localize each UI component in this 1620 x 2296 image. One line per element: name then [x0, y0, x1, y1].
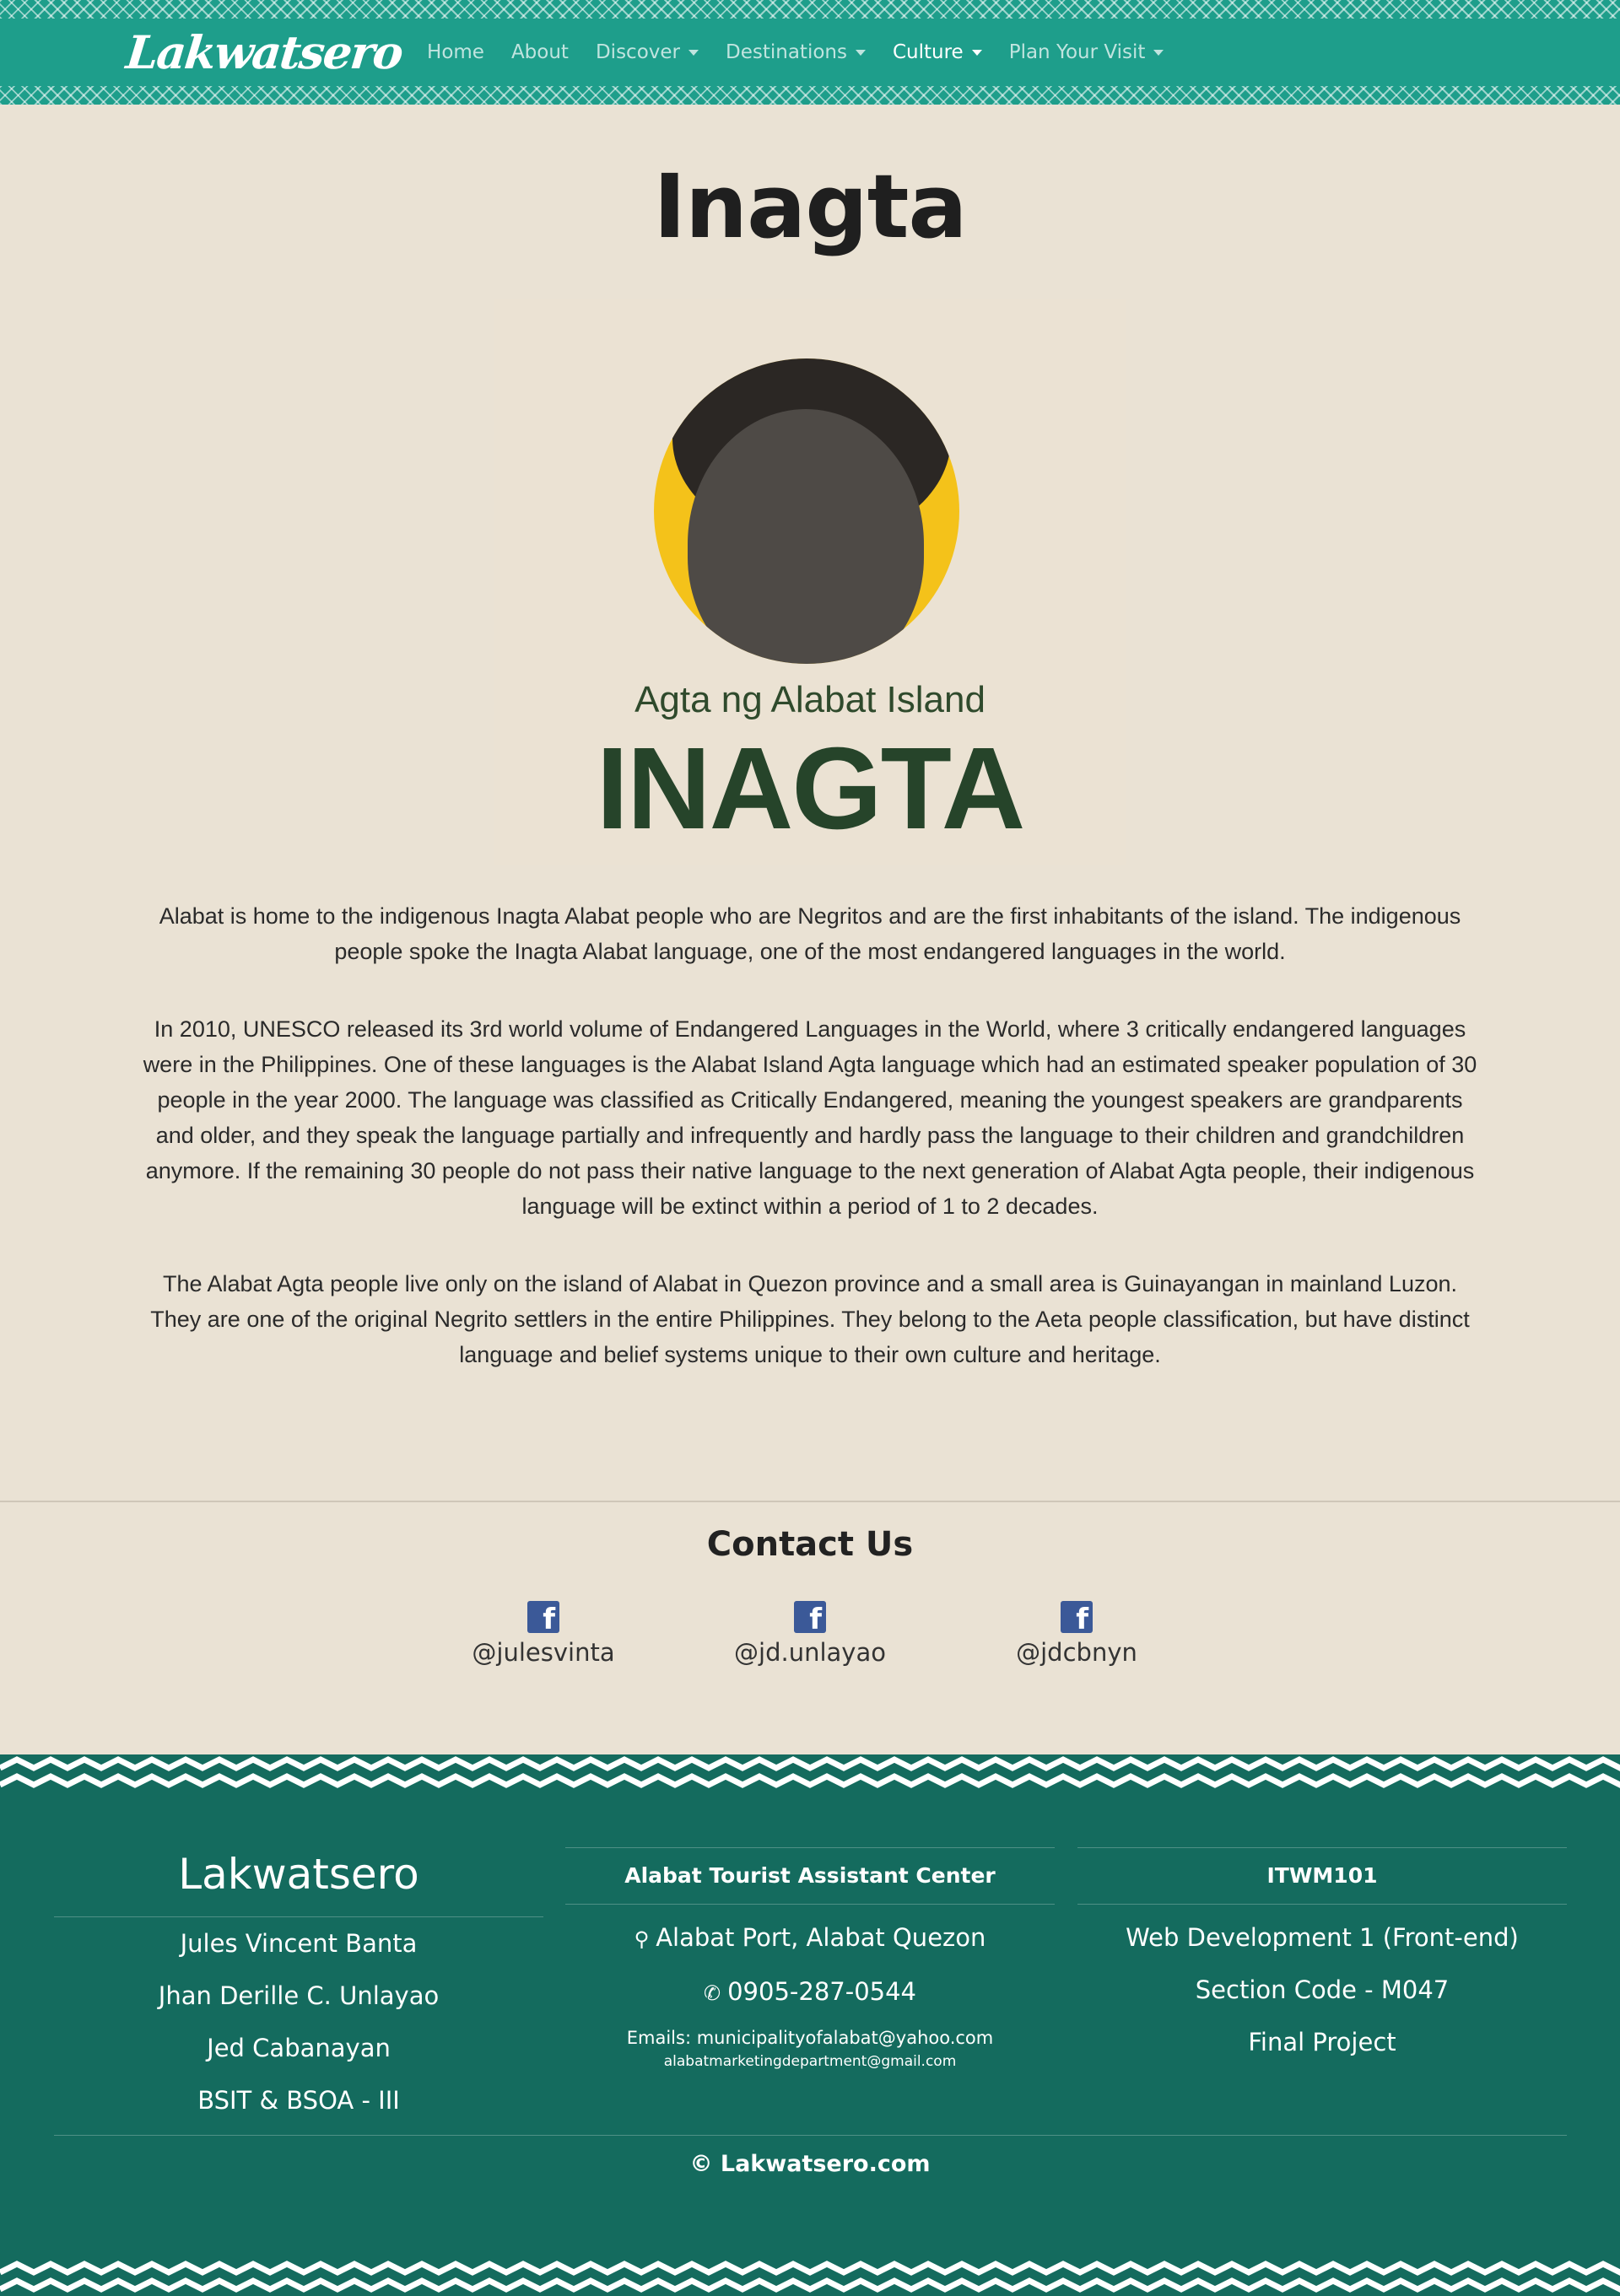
nav-link-label: About	[510, 41, 569, 63]
nav-link-label: Culture	[892, 41, 964, 63]
nav-inner: Lakwatsero Home About Discover Destinati…	[124, 19, 1191, 86]
nav-link-about[interactable]: About	[511, 41, 569, 63]
zigzag-line	[0, 2261, 1620, 2276]
brand-logo[interactable]: Lakwatsero	[124, 25, 405, 79]
navbar: Lakwatsero Home About Discover Destinati…	[0, 0, 1620, 105]
footer-course-column: ITWM101 Web Development 1 (Front-end) Se…	[1077, 1842, 1567, 2068]
contact-link-jd-unlayao[interactable]: f @jd.unlayao	[677, 1601, 943, 1667]
contact-list: f @julesvinta f @jd.unlayao f @jdcbnyn	[0, 1601, 1620, 1667]
zigzag-line	[0, 2277, 1620, 2293]
caret-down-icon	[855, 49, 866, 56]
caret-down-icon	[971, 49, 982, 56]
footer-brand: Lakwatsero	[54, 1842, 543, 1917]
nav-link-plan-your-visit[interactable]: Plan Your Visit	[1009, 41, 1164, 63]
nav-link-home[interactable]: Home	[427, 41, 484, 63]
facebook-icon: f	[527, 1601, 559, 1633]
article-content: Alabat is home to the indigenous Inagta …	[139, 898, 1481, 1415]
footer-zigzag-top	[0, 1754, 1620, 1802]
nav-pattern-bottom	[0, 86, 1620, 105]
team-course: BSIT & BSOA - III	[197, 2086, 400, 2115]
nav-link-destinations[interactable]: Destinations	[726, 41, 866, 63]
contact-link-julesvinta[interactable]: f @julesvinta	[410, 1601, 677, 1667]
hero-image: Agta ng Alabat Island INAGTA	[494, 299, 1126, 865]
contact-handle: @jd.unlayao	[734, 1638, 886, 1667]
nav-link-culture[interactable]: Culture	[893, 41, 982, 63]
footer-divider	[54, 2135, 1567, 2136]
footer-zigzag-bottom	[0, 2261, 1620, 2293]
footer-phone: ✆ 0905-287-0544	[565, 1965, 1055, 2019]
footer-course-heading: ITWM101	[1077, 1847, 1567, 1905]
contact-link-jdcbnyn[interactable]: f @jdcbnyn	[943, 1601, 1210, 1667]
paragraph: In 2010, UNESCO released its 3rd world v…	[143, 1016, 1477, 1219]
nav-link-label: Destinations	[726, 41, 847, 63]
portrait-face	[688, 409, 924, 664]
nav-link-discover[interactable]: Discover	[596, 41, 699, 63]
paragraph: The Alabat Agta people live only on the …	[150, 1271, 1470, 1367]
nav-link-label: Home	[427, 41, 484, 63]
facebook-icon: f	[1061, 1601, 1093, 1633]
footer-team-column: Lakwatsero Jules Vincent Banta Jhan Deri…	[54, 1842, 543, 2126]
team-member: Jhan Derille C. Unlayao	[158, 1981, 440, 2010]
portrait-circle	[654, 358, 959, 664]
nav-link-label: Plan Your Visit	[1008, 41, 1146, 63]
footer-email-primary: Emails: municipalityofalabat@yahoo.com	[626, 2028, 994, 2048]
copyright: © Lakwatsero.com	[689, 2151, 931, 2177]
contact-handle: @jdcbnyn	[1016, 1638, 1137, 1667]
course-line: Final Project	[1248, 2028, 1396, 2056]
footer-center-column: Alabat Tourist Assistant Center ⚲ Alabat …	[565, 1842, 1055, 2073]
hero-big-text: INAGTA	[596, 724, 1026, 854]
nav-pattern-top	[0, 0, 1620, 19]
team-member: Jules Vincent Banta	[180, 1929, 418, 1958]
course-line: Section Code - M047	[1195, 1975, 1450, 2004]
map-pin-icon: ⚲	[634, 1927, 650, 1951]
footer-phone-text: 0905-287-0544	[727, 1977, 916, 2006]
footer: Lakwatsero Jules Vincent Banta Jhan Deri…	[0, 1754, 1620, 2296]
caret-down-icon	[688, 49, 699, 56]
caret-down-icon	[1153, 49, 1164, 56]
nav-link-label: Discover	[595, 41, 680, 63]
contact-title: Contact Us	[706, 1525, 914, 1564]
section-divider	[0, 1501, 1620, 1502]
facebook-icon: f	[794, 1601, 826, 1633]
hero-subtitle: Agta ng Alabat Island	[634, 679, 986, 720]
team-member: Jed Cabanayan	[207, 2034, 391, 2062]
footer-center-heading: Alabat Tourist Assistant Center	[565, 1847, 1055, 1905]
footer-address: ⚲ Alabat Port, Alabat Quezon	[565, 1911, 1055, 1965]
contact-handle: @julesvinta	[472, 1638, 615, 1667]
footer-email-secondary: alabatmarketingdepartment@gmail.com	[663, 2053, 957, 2070]
course-line: Web Development 1 (Front-end)	[1126, 1923, 1519, 1952]
paragraph: Alabat is home to the indigenous Inagta …	[159, 903, 1461, 964]
phone-icon: ✆	[704, 1981, 721, 2005]
page-title: Inagta	[653, 155, 967, 258]
footer-address-text: Alabat Port, Alabat Quezon	[656, 1923, 986, 1952]
